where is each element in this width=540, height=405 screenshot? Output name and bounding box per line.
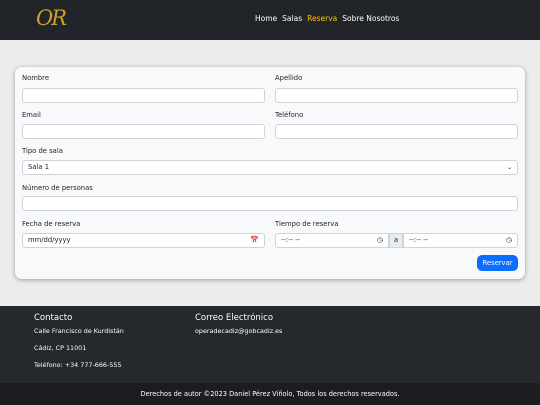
- clock-icon[interactable]: ◷: [506, 234, 512, 247]
- telefono-input[interactable]: [275, 124, 518, 139]
- chevron-down-icon: ⌄: [506, 164, 512, 171]
- nav-menu: Home Salas Reserva Sobre Nosotros: [255, 14, 399, 23]
- apellido-input[interactable]: [275, 88, 518, 103]
- nav-item-salas[interactable]: Salas: [282, 14, 302, 23]
- fecha-label: Fecha de reserva: [22, 220, 81, 228]
- footer-email[interactable]: operadecadiz@gobcadiz.es: [195, 327, 282, 335]
- navbar: OR Home Salas Reserva Sobre Nosotros: [0, 0, 540, 40]
- logo[interactable]: OR: [36, 6, 67, 30]
- tiempo-end-placeholder: --:-- --: [409, 236, 429, 244]
- footer-phone: Teléfono: +34 777-666-555: [34, 361, 122, 369]
- correo-title: Correo Electrónico: [195, 313, 274, 323]
- num-personas-input[interactable]: [22, 196, 518, 211]
- tipo-sala-label: Tipo de sala: [22, 147, 63, 155]
- nombre-input[interactable]: [22, 88, 265, 103]
- nav-item-sobre-nosotros[interactable]: Sobre Nosotros: [342, 14, 399, 23]
- tiempo-label: Tiempo de reserva: [275, 220, 339, 228]
- fecha-placeholder: mm/dd/yyyy: [28, 236, 71, 244]
- tipo-sala-select[interactable]: Sala 1 ⌄: [22, 160, 518, 175]
- reservar-button[interactable]: Reservar: [477, 255, 518, 271]
- email-input[interactable]: [22, 124, 265, 139]
- telefono-label: Teléfono: [275, 111, 304, 119]
- nav-item-reserva[interactable]: Reserva: [307, 14, 337, 23]
- tiempo-end-input[interactable]: --:-- -- ◷: [403, 233, 518, 248]
- tiempo-start-placeholder: --:-- --: [281, 236, 301, 244]
- apellido-label: Apellido: [275, 74, 303, 82]
- copyright: Derechos de autor ©2023 Daniel Pérez Viñ…: [0, 383, 540, 405]
- fecha-input[interactable]: mm/dd/yyyy 📅: [22, 233, 265, 248]
- clock-icon[interactable]: ◷: [377, 234, 383, 247]
- tiempo-start-input[interactable]: --:-- -- ◷: [275, 233, 389, 248]
- footer-address: Calle Francisco de Kurdistán: [34, 327, 124, 335]
- num-personas-label: Número de personas: [22, 184, 93, 192]
- footer: Contacto Calle Francisco de Kurdistán Cá…: [0, 306, 540, 383]
- footer-city: Cádiz, CP 11001: [34, 344, 87, 352]
- tipo-sala-value: Sala 1: [28, 163, 50, 171]
- contacto-title: Contacto: [34, 313, 73, 323]
- email-label: Email: [22, 111, 41, 119]
- tiempo-separator: a: [389, 233, 403, 248]
- nombre-label: Nombre: [22, 74, 50, 82]
- reservation-form: Nombre Apellido Email Teléfono Tipo de s…: [15, 67, 525, 279]
- nav-item-home[interactable]: Home: [255, 14, 277, 23]
- calendar-icon[interactable]: 📅: [250, 234, 259, 247]
